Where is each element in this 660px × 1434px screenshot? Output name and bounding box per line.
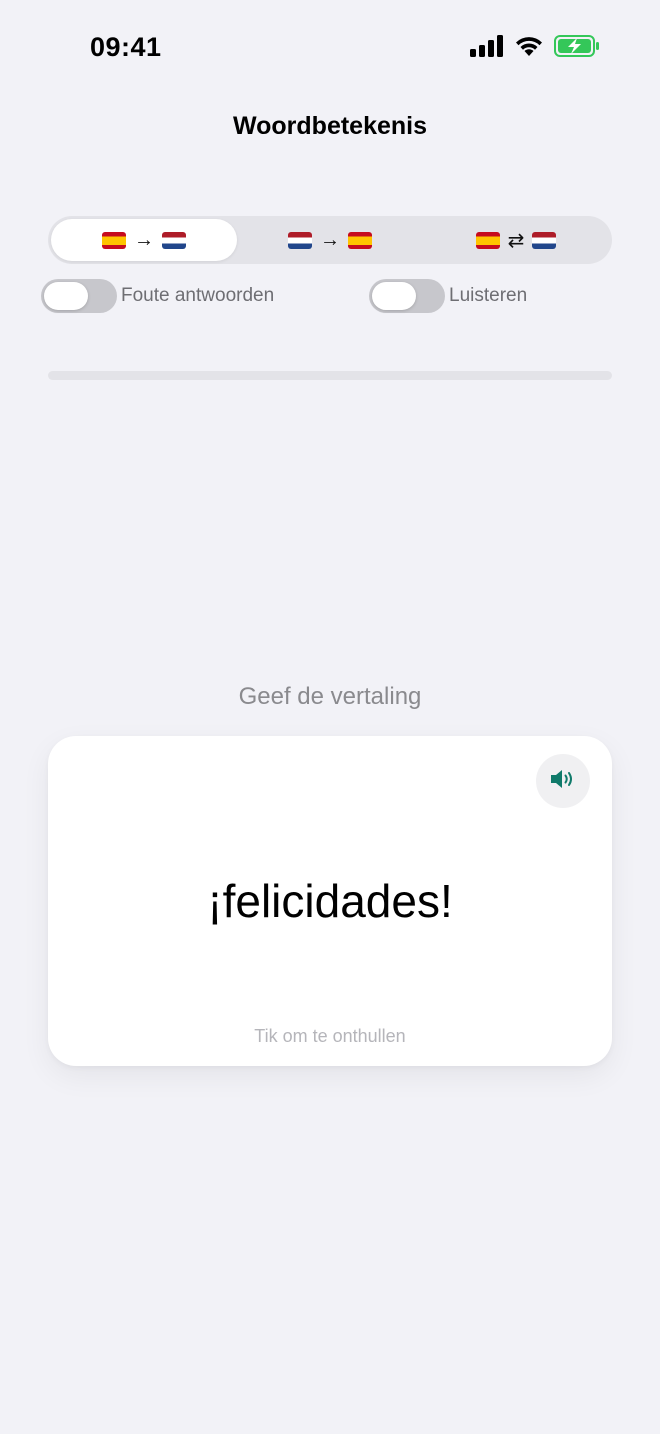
listening-toggle[interactable] bbox=[369, 279, 445, 313]
direction-option-es-nl[interactable]: → bbox=[51, 219, 237, 261]
screen: 09:41 Woordbetekenis → → ⇄ Foute antwoor… bbox=[0, 0, 660, 1434]
es-flag-icon bbox=[348, 231, 372, 249]
toggle-knob bbox=[372, 282, 416, 310]
wrong-answers-label: Foute antwoorden bbox=[121, 285, 275, 306]
battery-charging-icon bbox=[554, 35, 600, 62]
direction-option-nl-es[interactable]: → bbox=[237, 219, 423, 261]
wrong-answers-toggle[interactable] bbox=[41, 279, 117, 313]
listening-toggle-row: Luisteren bbox=[369, 279, 527, 313]
wifi-icon bbox=[514, 35, 544, 62]
nl-flag-icon bbox=[532, 231, 557, 249]
swap-arrows-icon: ⇄ bbox=[507, 229, 525, 252]
flashcard[interactable]: ¡felicidades! Tik om te onthullen bbox=[48, 736, 612, 1066]
flashcard-word: ¡felicidades! bbox=[207, 875, 453, 927]
quiz-prompt: Geef de vertaling bbox=[238, 683, 422, 710]
cellular-signal-icon bbox=[470, 35, 504, 62]
nl-flag-icon bbox=[162, 231, 186, 249]
reveal-hint: Tik om te onthullen bbox=[254, 1026, 406, 1046]
status-icons bbox=[470, 35, 600, 62]
listening-label: Luisteren bbox=[449, 285, 528, 306]
speaker-icon bbox=[549, 767, 577, 796]
wrong-answers-toggle-row: Foute antwoorden bbox=[41, 279, 274, 313]
arrow-right-icon: → bbox=[320, 228, 340, 251]
speaker-button[interactable] bbox=[536, 754, 590, 808]
arrow-right-icon: → bbox=[134, 228, 154, 251]
es-flag-icon bbox=[475, 231, 500, 249]
es-flag-icon bbox=[102, 231, 126, 249]
direction-selector: → → ⇄ bbox=[48, 216, 612, 264]
nl-flag-icon bbox=[288, 231, 312, 249]
status-time: 09:41 bbox=[90, 32, 162, 62]
direction-option-both[interactable]: ⇄ bbox=[423, 219, 609, 261]
page-title: Woordbetekenis bbox=[232, 112, 428, 140]
progress-bar bbox=[48, 371, 612, 380]
toggle-knob bbox=[44, 282, 88, 310]
